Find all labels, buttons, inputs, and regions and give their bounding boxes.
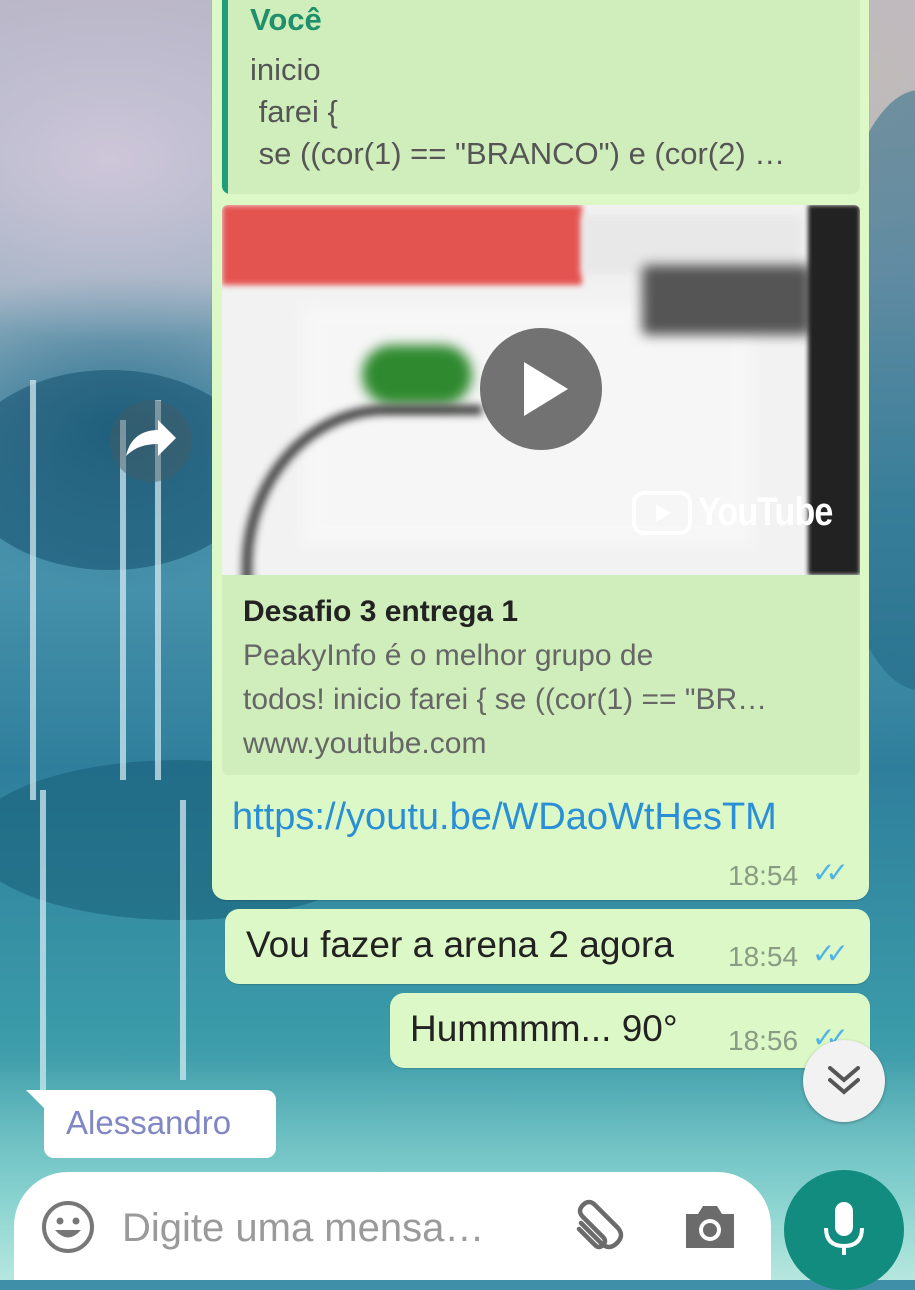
double-chevron-down-icon xyxy=(828,1066,860,1095)
forward-button[interactable] xyxy=(110,400,192,482)
message-timestamp: 18:54 xyxy=(728,860,799,891)
link-preview-title: Desafio 3 entrega 1 xyxy=(243,595,519,628)
message-text: Hummmm... 90° xyxy=(410,1008,678,1049)
quote-line: farei { xyxy=(250,94,338,129)
link-preview-card[interactable]: Desafio 3 entrega 1 PeakyInfo é o melhor… xyxy=(222,575,860,775)
message-link[interactable]: https://youtu.be/WDaoWtHesTM xyxy=(232,796,777,839)
quoted-message[interactable]: Você inicio farei { se ((cor(1) == "BRAN… xyxy=(222,0,860,194)
message-timestamp: 18:54 xyxy=(728,941,799,972)
play-icon xyxy=(524,362,568,416)
voice-message-button[interactable] xyxy=(784,1170,904,1290)
outgoing-message-bubble[interactable]: Hummmm... 90° 18:56 ✓✓ xyxy=(390,993,870,1068)
message-composer: Digite uma mensa… xyxy=(14,1172,771,1280)
attach-icon xyxy=(576,1199,624,1250)
youtube-play-icon xyxy=(632,490,692,535)
play-button[interactable] xyxy=(480,328,602,450)
scroll-to-bottom-button[interactable] xyxy=(803,1040,885,1122)
link-preview-description: PeakyInfo é o melhor grupo de xyxy=(243,639,654,672)
video-thumbnail[interactable]: YouTube xyxy=(222,205,860,575)
quote-author: Você xyxy=(250,2,322,37)
contact-name-tag: Alessandro xyxy=(44,1090,276,1158)
message-input[interactable]: Digite uma mensa… xyxy=(122,1206,484,1251)
quote-line: inicio xyxy=(250,52,321,87)
youtube-logo-text: YouTube xyxy=(698,490,833,534)
quote-line: se ((cor(1) == "BRANCO") e (cor(2) … xyxy=(250,136,786,171)
mic-icon xyxy=(824,1202,864,1255)
camera-icon xyxy=(686,1206,734,1248)
quote-accent-bar xyxy=(222,0,228,194)
read-receipt-icon: ✓✓ xyxy=(812,938,849,969)
contact-name: Alessandro xyxy=(66,1104,232,1141)
attach-button[interactable] xyxy=(567,1199,627,1260)
youtube-logo: YouTube xyxy=(632,490,856,535)
read-receipt-icon: ✓✓ xyxy=(812,857,849,888)
link-preview-description: todos! inicio farei { se ((cor(1) == "BR… xyxy=(243,683,768,716)
camera-button[interactable] xyxy=(682,1202,738,1257)
emoji-button[interactable] xyxy=(40,1199,96,1260)
outgoing-message-bubble[interactable]: Vou fazer a arena 2 agora 18:54 ✓✓ xyxy=(225,909,870,984)
emoji-icon xyxy=(42,1201,94,1253)
message-timestamp: 18:56 xyxy=(728,1025,799,1056)
message-text: Vou fazer a arena 2 agora xyxy=(246,924,674,965)
forward-icon xyxy=(126,420,176,456)
link-preview-domain: www.youtube.com xyxy=(243,727,487,760)
